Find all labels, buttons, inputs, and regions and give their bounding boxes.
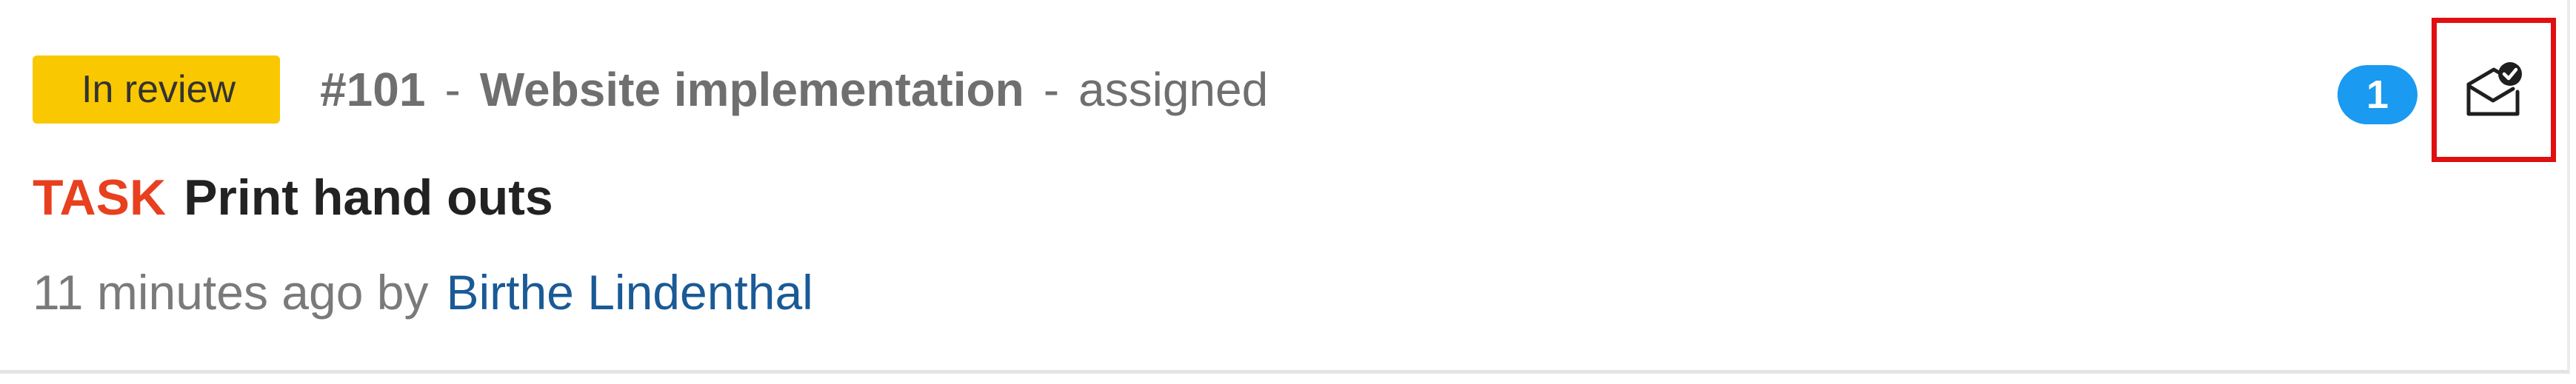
notification-context: #101 - Website implementation - assigned [320, 62, 1268, 117]
notification-meta: 11 minutes ago by Birthe Lindenthal [33, 259, 813, 326]
notification-reason: assigned [1078, 63, 1269, 116]
work-package-type: TASK [33, 169, 167, 226]
project-name[interactable]: Website implementation [480, 62, 1024, 117]
context-separator: - [444, 63, 461, 116]
context-separator: - [1043, 63, 1060, 116]
notification-count-badge: 1 [2338, 65, 2417, 124]
status-badge: In review [33, 55, 281, 124]
work-package-title[interactable]: TASK Print hand outs [33, 164, 553, 231]
mark-as-read-button[interactable] [2432, 18, 2556, 162]
timestamp: 11 minutes ago by [33, 265, 429, 320]
work-package-subject[interactable]: Print hand outs [184, 169, 553, 226]
work-package-id[interactable]: #101 [320, 62, 425, 117]
notification-card[interactable]: In review #101 - Website implementation … [0, 0, 2570, 374]
envelope-open-check-icon [2463, 59, 2525, 121]
notification-header: In review #101 - Website implementation … [33, 55, 1268, 124]
author-link[interactable]: Birthe Lindenthal [446, 264, 812, 320]
